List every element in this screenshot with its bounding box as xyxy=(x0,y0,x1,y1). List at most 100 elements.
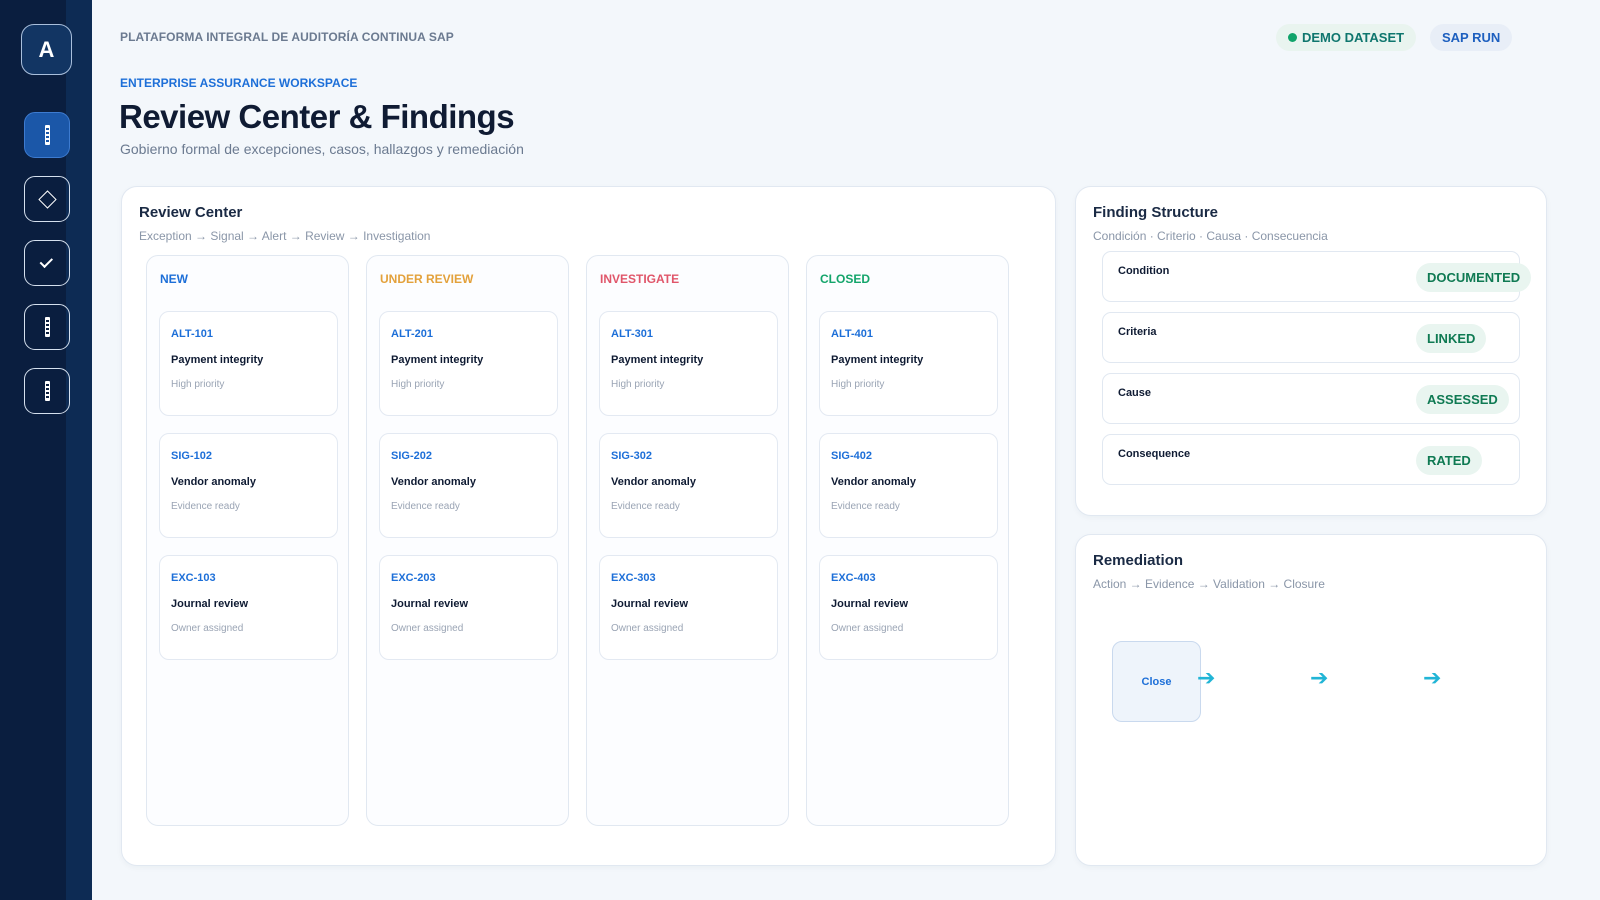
case-id: EXC-203 xyxy=(391,572,436,584)
list-icon xyxy=(44,125,50,145)
case-card[interactable]: SIG-302 Vendor anomaly Evidence ready xyxy=(599,433,778,538)
column-header: UNDER REVIEW xyxy=(380,272,474,286)
case-meta: Evidence ready xyxy=(171,501,240,512)
arrow-right-icon: ➔ xyxy=(1310,665,1329,690)
case-card[interactable]: EXC-103 Journal review Owner assigned xyxy=(159,555,338,660)
case-id: ALT-401 xyxy=(831,328,873,340)
workspace-eyebrow: ENTERPRISE ASSURANCE WORKSPACE xyxy=(120,76,358,90)
remediation-panel: Remediation Action → Evidence → Validati… xyxy=(1075,534,1547,866)
case-card[interactable]: ALT-301 Payment integrity High priority xyxy=(599,311,778,416)
case-id: SIG-202 xyxy=(391,450,432,462)
case-meta: High priority xyxy=(171,379,225,390)
app-logo[interactable]: A xyxy=(21,24,72,75)
demo-dataset-badge[interactable]: DEMO DATASET xyxy=(1276,24,1417,51)
status-dot-icon xyxy=(1288,33,1297,42)
demo-dataset-label: DEMO DATASET xyxy=(1302,30,1405,45)
finding-row-label: Cause xyxy=(1118,387,1152,399)
status-badge: ASSESSED xyxy=(1416,385,1509,414)
case-card[interactable]: SIG-402 Vendor anomaly Evidence ready xyxy=(819,433,998,538)
case-card[interactable]: SIG-202 Vendor anomaly Evidence ready xyxy=(379,433,558,538)
case-title: Payment integrity xyxy=(611,354,704,366)
case-id: SIG-302 xyxy=(611,450,652,462)
case-id: SIG-102 xyxy=(171,450,212,462)
case-card[interactable]: SIG-102 Vendor anomaly Evidence ready xyxy=(159,433,338,538)
case-id: EXC-303 xyxy=(611,572,656,584)
nav-settings[interactable] xyxy=(24,368,70,414)
case-title: Vendor anomaly xyxy=(391,476,476,488)
case-meta: High priority xyxy=(831,379,885,390)
case-title: Journal review xyxy=(391,598,469,610)
nav-review-center[interactable] xyxy=(24,112,70,158)
finding-structure-panel: Finding Structure Condición · Criterio ·… xyxy=(1075,186,1547,516)
case-id: EXC-103 xyxy=(171,572,216,584)
case-meta: Owner assigned xyxy=(391,623,464,634)
status-badge: DOCUMENTED xyxy=(1416,263,1532,292)
case-meta: Owner assigned xyxy=(171,623,244,634)
finding-structure-subtitle: Condición · Criterio · Causa · Consecuen… xyxy=(1093,229,1328,243)
kanban-column: INVESTIGATE ALT-301 Payment integrity High … xyxy=(586,255,789,826)
case-meta: High priority xyxy=(391,379,445,390)
case-title: Payment integrity xyxy=(171,354,264,366)
column-header: NEW xyxy=(160,272,188,286)
case-card[interactable]: EXC-403 Journal review Owner assigned xyxy=(819,555,998,660)
kanban-column: NEW ALT-101 Payment integrity High priority… xyxy=(146,255,349,826)
case-title: Vendor anomaly xyxy=(611,476,696,488)
case-meta: High priority xyxy=(611,379,665,390)
platform-name: PLATAFORMA INTEGRAL DE AUDITORÍA CONTINU… xyxy=(120,30,454,44)
review-center-subtitle: Exception → Signal → Alert → Review → In… xyxy=(139,229,431,243)
finding-row-condition[interactable]: Condition DOCUMENTED xyxy=(1102,251,1532,302)
finding-row-criteria[interactable]: Criteria LINKED xyxy=(1102,312,1520,363)
case-title: Payment integrity xyxy=(391,354,484,366)
arrow-right-icon: ➔ xyxy=(1423,665,1442,690)
case-id: ALT-201 xyxy=(391,328,433,340)
case-title: Payment integrity xyxy=(831,354,924,366)
finding-row-cause[interactable]: Cause ASSESSED xyxy=(1102,373,1520,424)
case-title: Journal review xyxy=(611,598,689,610)
remediation-step-close[interactable]: Close xyxy=(1112,641,1201,722)
case-card[interactable]: ALT-401 Payment integrity High priority xyxy=(819,311,998,416)
remediation-subtitle: Action → Evidence → Validation → Closure xyxy=(1093,577,1325,591)
case-title: Journal review xyxy=(831,598,909,610)
finding-row-label: Condition xyxy=(1118,265,1170,277)
case-meta: Evidence ready xyxy=(831,501,900,512)
sap-run-badge[interactable]: SAP RUN xyxy=(1430,24,1513,51)
case-id: SIG-402 xyxy=(831,450,872,462)
review-center-title: Review Center xyxy=(139,204,243,221)
case-meta: Evidence ready xyxy=(611,501,680,512)
page-subtitle: Gobierno formal de excepciones, casos, h… xyxy=(120,141,524,157)
nav-approvals[interactable] xyxy=(24,240,70,286)
kanban-column: UNDER REVIEW ALT-201 Payment integrity High… xyxy=(366,255,569,826)
case-card[interactable]: ALT-201 Payment integrity High priority xyxy=(379,311,558,416)
case-card[interactable]: ALT-101 Payment integrity High priority xyxy=(159,311,338,416)
case-title: Vendor anomaly xyxy=(171,476,256,488)
case-title: Vendor anomaly xyxy=(831,476,916,488)
check-icon xyxy=(39,254,54,268)
diamond-icon xyxy=(37,189,57,209)
list-icon xyxy=(44,381,50,401)
case-id: EXC-403 xyxy=(831,572,876,584)
column-header: CLOSED xyxy=(820,272,871,286)
case-card[interactable]: EXC-203 Journal review Owner assigned xyxy=(379,555,558,660)
nav-reports[interactable] xyxy=(24,304,70,350)
status-badge: LINKED xyxy=(1416,324,1487,353)
list-icon xyxy=(44,317,50,337)
review-center-panel: Review Center Exception → Signal → Alert… xyxy=(121,186,1056,866)
arrow-right-icon: ➔ xyxy=(1197,665,1216,690)
finding-structure-title: Finding Structure xyxy=(1093,204,1218,221)
kanban-column: CLOSED ALT-401 Payment integrity High prior… xyxy=(806,255,1009,826)
case-meta: Owner assigned xyxy=(611,623,684,634)
case-meta: Evidence ready xyxy=(391,501,460,512)
remediation-title: Remediation xyxy=(1093,552,1184,569)
case-id: ALT-101 xyxy=(171,328,213,340)
case-id: ALT-301 xyxy=(611,328,653,340)
column-header: INVESTIGATE xyxy=(600,272,680,286)
case-meta: Owner assigned xyxy=(831,623,904,634)
status-badge: RATED xyxy=(1416,446,1482,475)
sidebar: A xyxy=(0,0,92,900)
finding-row-consequence[interactable]: Consequence RATED xyxy=(1102,434,1520,485)
finding-row-label: Consequence xyxy=(1118,448,1191,460)
case-card[interactable]: EXC-303 Journal review Owner assigned xyxy=(599,555,778,660)
nav-findings[interactable] xyxy=(24,176,70,222)
finding-row-label: Criteria xyxy=(1118,326,1157,338)
sap-run-label: SAP RUN xyxy=(1442,30,1501,45)
